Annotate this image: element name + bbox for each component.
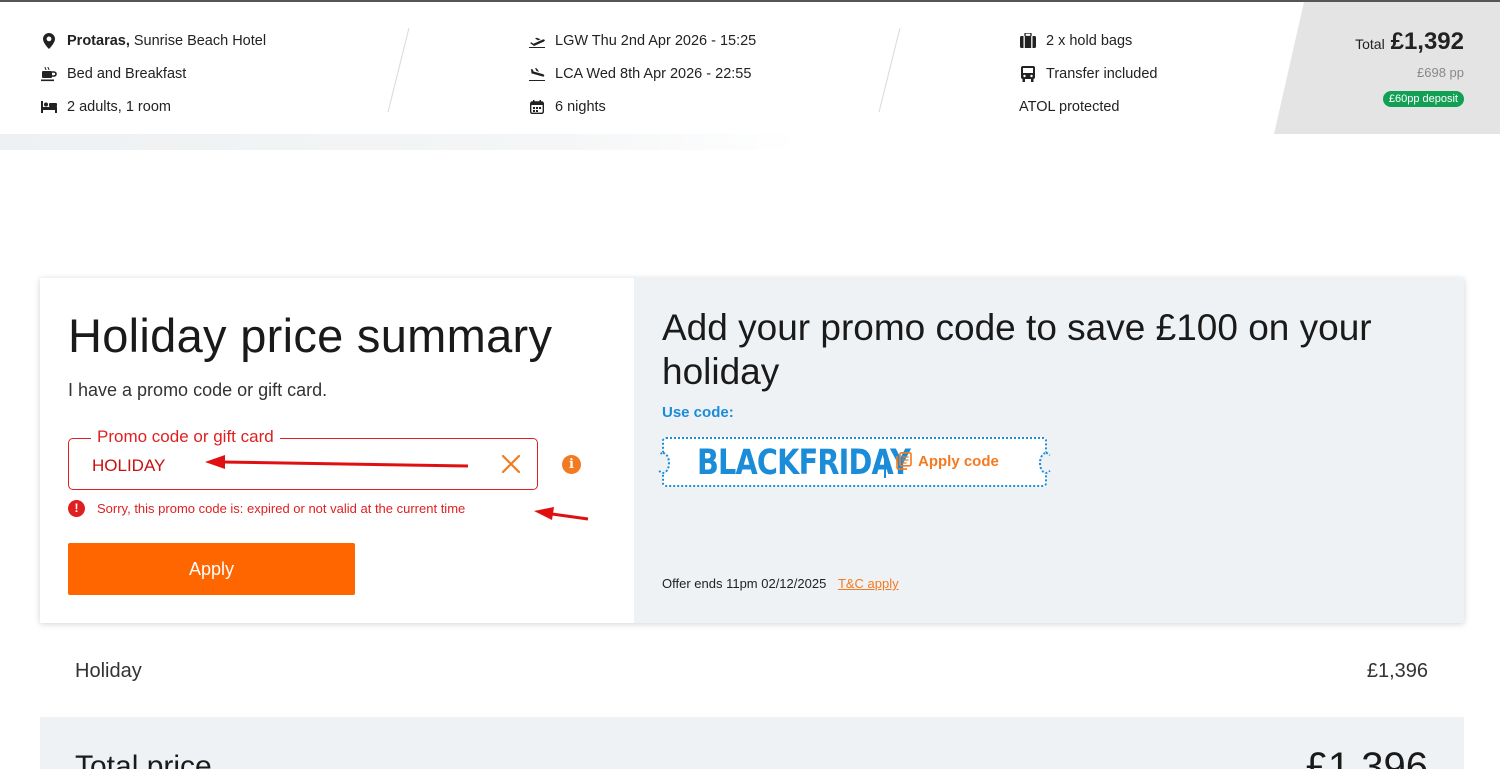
luggage-icon xyxy=(1019,32,1037,50)
occupancy: 2 adults, 1 room xyxy=(40,90,266,123)
transfer-label: Transfer included xyxy=(1046,65,1158,82)
apply-code-label: Apply code xyxy=(918,452,999,470)
promo-prompt: I have a promo code or gift card. xyxy=(68,380,328,400)
occupancy-label: 2 adults, 1 room xyxy=(67,98,171,115)
header-divider xyxy=(387,28,410,112)
map-pin-icon xyxy=(40,32,58,50)
price-per-person: £698 pp xyxy=(1417,65,1464,80)
extras-details: 2 x hold bags Transfer included ATOL pro… xyxy=(1019,24,1158,123)
inbound-flight-label: LCA Wed 8th Apr 2026 - 22:55 xyxy=(555,65,752,82)
header-total-label: Total xyxy=(1355,36,1385,52)
calendar-icon xyxy=(528,98,546,116)
hotel-location: Protaras, Sunrise Beach Hotel xyxy=(40,24,266,57)
info-icon[interactable]: i xyxy=(562,455,581,474)
deposit-badge: £60pp deposit xyxy=(1382,91,1464,107)
atol: ATOL protected xyxy=(1019,90,1158,123)
copy-icon xyxy=(896,452,912,470)
promo-code-input[interactable] xyxy=(92,456,472,476)
promo-offer-panel: Add your promo code to save £100 on your… xyxy=(634,278,1464,623)
board-basis-label: Bed and Breakfast xyxy=(67,65,187,82)
price-summary-card: Holiday price summary I have a promo cod… xyxy=(40,278,1464,623)
nights-label: 6 nights xyxy=(555,98,606,115)
transfer: Transfer included xyxy=(1019,57,1158,90)
bus-icon xyxy=(1019,65,1037,83)
promo-coupon: BLACKFRIDAY Apply code xyxy=(656,437,1053,487)
booking-summary-bar: Protaras, Sunrise Beach Hotel Bed and Br… xyxy=(0,0,1500,150)
total-price-value: £1,396 xyxy=(1305,745,1428,769)
promo-code-field[interactable]: Promo code or gift card xyxy=(68,427,538,490)
inbound-flight: LCA Wed 8th Apr 2026 - 22:55 xyxy=(528,57,756,90)
coupon-separator xyxy=(884,450,886,478)
hotel-name: Sunrise Beach Hotel xyxy=(133,32,267,49)
header-total-value: £1,392 xyxy=(1390,28,1464,55)
outbound-flight: LGW Thu 2nd Apr 2026 - 15:25 xyxy=(528,24,756,57)
header-divider xyxy=(878,28,901,112)
promo-code-text: BLACKFRIDAY xyxy=(697,443,911,483)
outbound-flight-label: LGW Thu 2nd Apr 2026 - 15:25 xyxy=(555,32,757,49)
header-total: Total £1,392 xyxy=(1355,28,1464,56)
price-summary-panel: Holiday price summary I have a promo cod… xyxy=(40,278,634,623)
plane-arrival-icon xyxy=(528,65,546,83)
board-basis: Bed and Breakfast xyxy=(40,57,266,90)
price-panel: Total £1,392 £698 pp £60pp deposit xyxy=(1274,2,1500,134)
offer-terms: Offer ends 11pm 02/12/2025 T&C apply xyxy=(662,576,899,591)
hotel-details: Protaras, Sunrise Beach Hotel Bed and Br… xyxy=(40,24,266,123)
hotel-location-area: Protaras, xyxy=(67,32,130,49)
total-price-label: Total price xyxy=(75,750,212,769)
offer-end-text: Offer ends 11pm 02/12/2025 xyxy=(662,576,827,591)
holiday-line-label: Holiday xyxy=(75,660,142,682)
promo-offer-title: Add your promo code to save £100 on your… xyxy=(662,307,1372,392)
page-title: Holiday price summary xyxy=(68,309,553,362)
promo-code-field-label: Promo code or gift card xyxy=(91,427,280,447)
bed-icon xyxy=(40,98,58,116)
duration: 6 nights xyxy=(528,90,756,123)
atol-label: ATOL protected xyxy=(1019,98,1120,115)
promo-error-message: Sorry, this promo code is: expired or no… xyxy=(97,501,466,516)
baggage: 2 x hold bags xyxy=(1019,24,1158,57)
holiday-line-amount: £1,396 xyxy=(1366,660,1428,682)
error-icon: ! xyxy=(68,500,85,517)
use-code-label: Use code: xyxy=(662,404,734,421)
coupon-notch xyxy=(656,452,670,474)
apply-button[interactable]: Apply xyxy=(68,543,355,595)
apply-code-button[interactable]: Apply code xyxy=(896,452,999,470)
header-band xyxy=(0,134,800,150)
coupon-notch xyxy=(1039,452,1053,474)
total-price-box: Total price £1,396 xyxy=(40,717,1464,769)
terms-link[interactable]: T&C apply xyxy=(838,576,899,591)
baggage-label: 2 x hold bags xyxy=(1046,32,1133,49)
close-icon[interactable] xyxy=(499,452,523,476)
flight-details: LGW Thu 2nd Apr 2026 - 15:25 LCA Wed 8th… xyxy=(528,24,756,123)
coffee-cup-icon xyxy=(40,65,58,83)
promo-error: ! Sorry, this promo code is: expired or … xyxy=(68,500,465,517)
plane-departure-icon xyxy=(528,32,546,50)
